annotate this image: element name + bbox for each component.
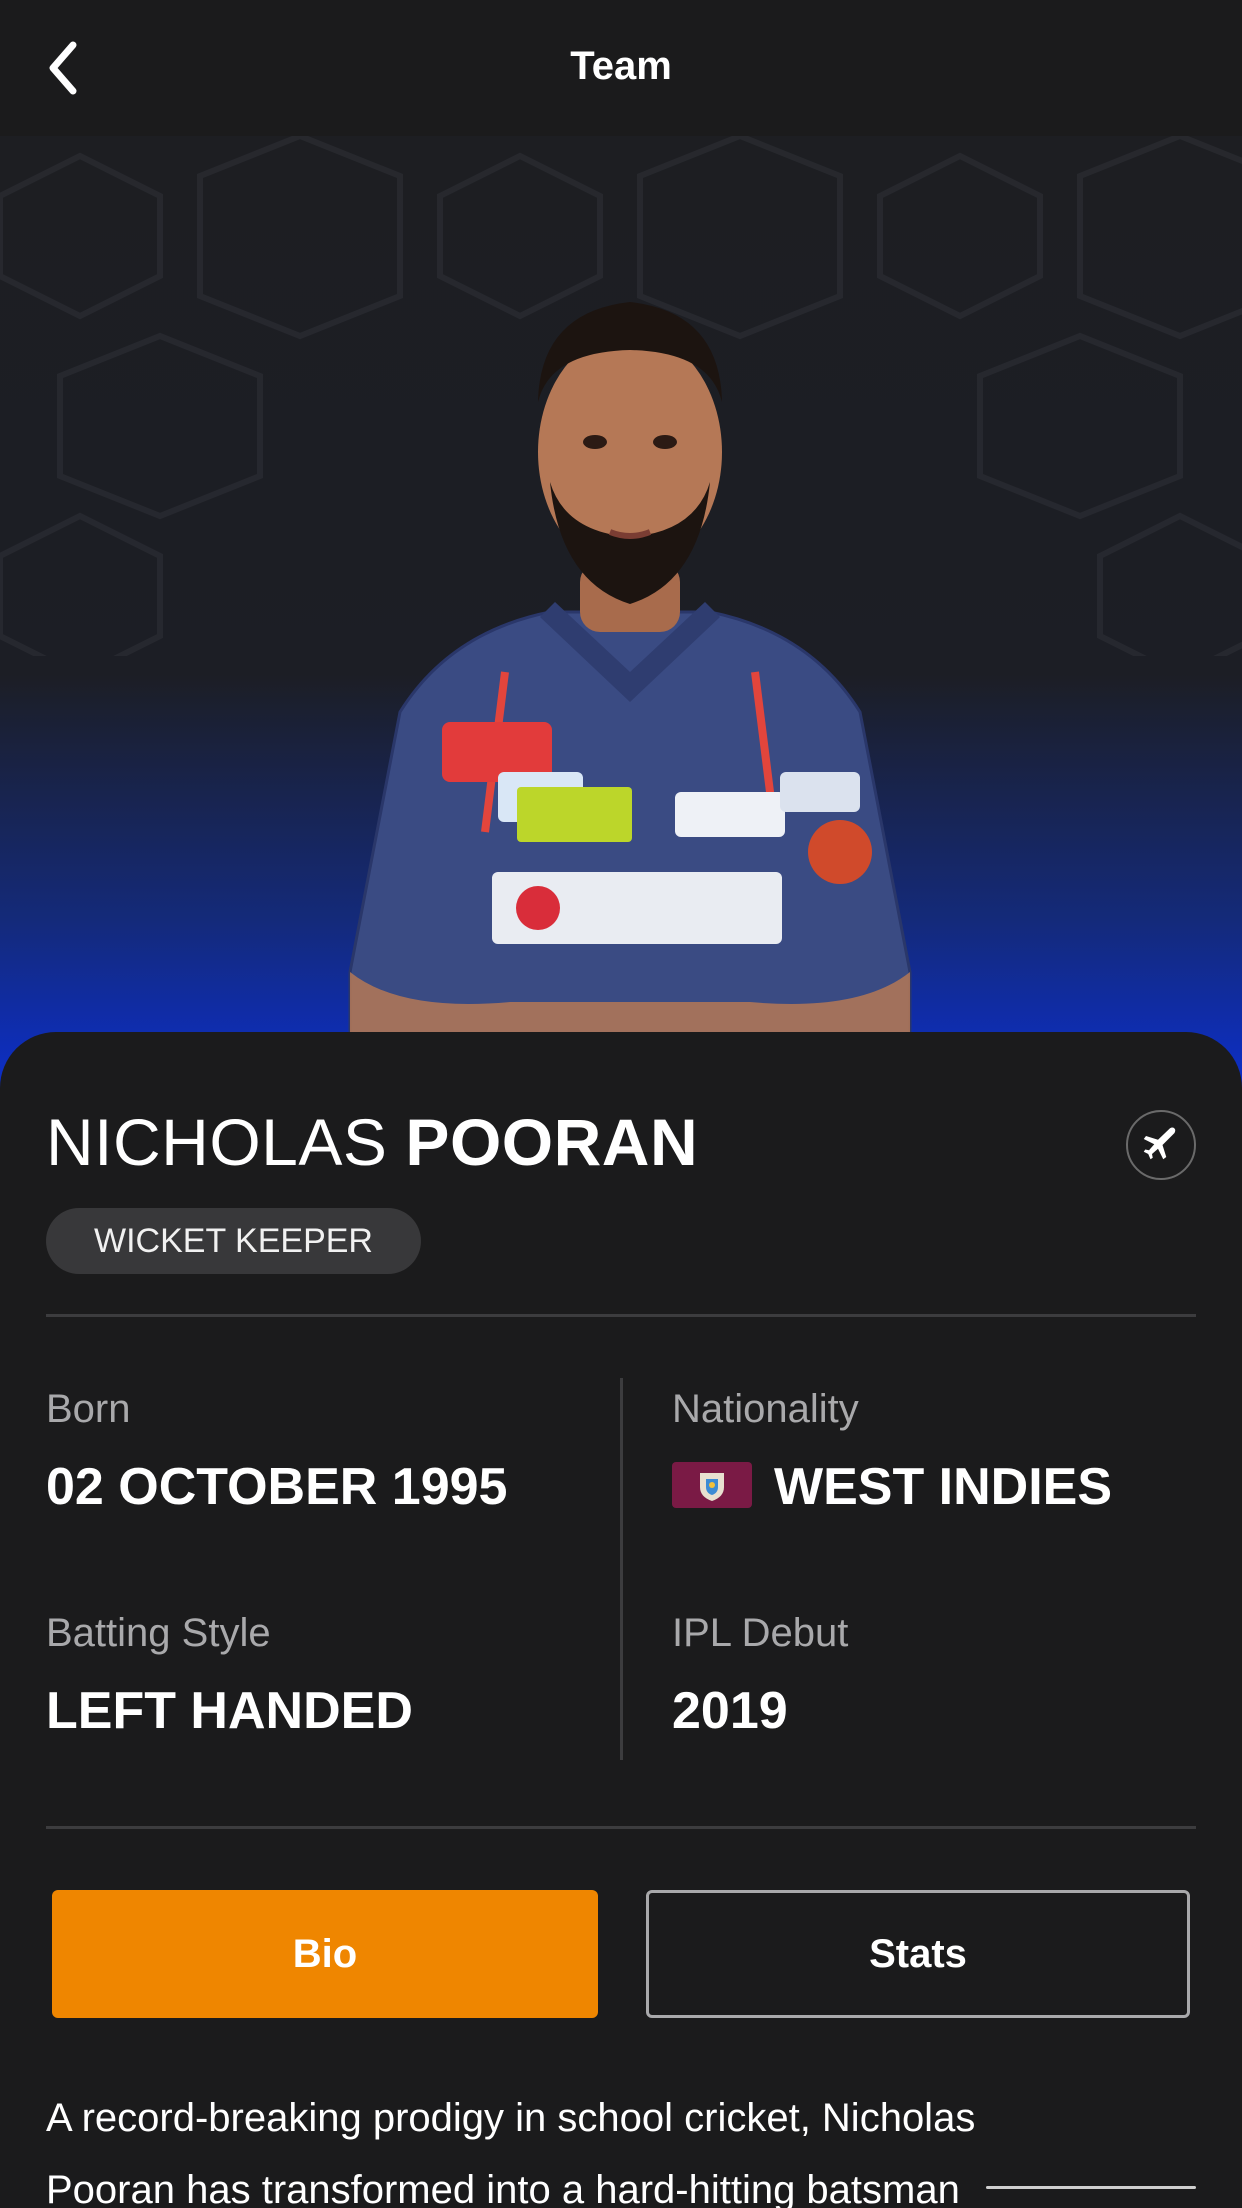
player-info-card: NICHOLAS POORAN WICKET KEEPER Born 02 OCT… <box>0 1032 1242 2208</box>
batting-style-label: Batting Style <box>46 1611 271 1655</box>
top-bar: Team <box>0 0 1242 136</box>
born-label: Born <box>46 1387 131 1431</box>
player-last-name: POORAN <box>405 1105 699 1179</box>
player-name: NICHOLAS POORAN <box>46 1102 698 1182</box>
overseas-player-button[interactable] <box>1126 1110 1196 1180</box>
born-value: 02 OCTOBER 1995 <box>46 1458 508 1516</box>
role-badge: WICKET KEEPER <box>46 1208 421 1274</box>
tab-stats[interactable]: Stats <box>646 1890 1190 2018</box>
divider-bottom <box>46 1826 1196 1829</box>
player-photo <box>348 302 912 1112</box>
divider-top <box>46 1314 1196 1317</box>
home-indicator <box>986 2186 1196 2189</box>
nationality-label: Nationality <box>672 1387 859 1431</box>
west-indies-flag-icon <box>672 1462 752 1508</box>
tab-bio[interactable]: Bio <box>52 1890 598 2018</box>
batting-style-value: LEFT HANDED <box>46 1682 413 1740</box>
ipl-debut-value: 2019 <box>672 1682 788 1740</box>
divider-vertical <box>620 1378 623 1760</box>
bio-text: A record-breaking prodigy in school cric… <box>46 2096 976 2208</box>
ipl-debut-label: IPL Debut <box>672 1611 849 1655</box>
player-hero <box>0 136 1242 1116</box>
airplane-icon <box>1143 1127 1176 1160</box>
player-first-name: NICHOLAS <box>46 1105 388 1179</box>
page-title: Team <box>570 44 672 88</box>
nationality-value: WEST INDIES <box>774 1458 1113 1516</box>
